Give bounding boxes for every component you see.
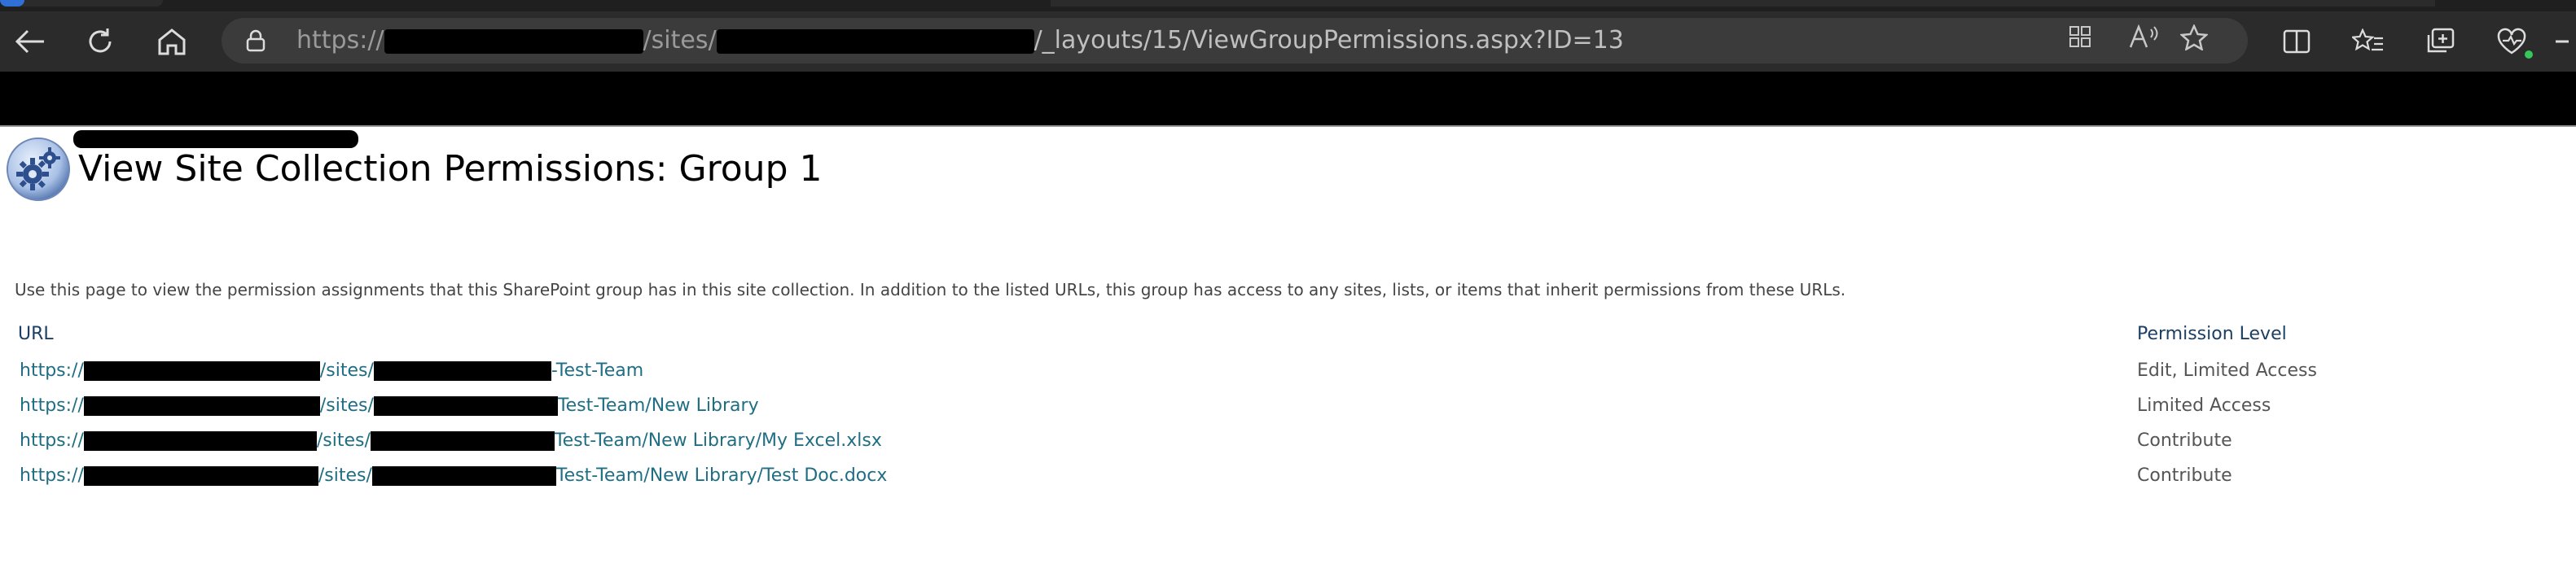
collections-icon[interactable] (2407, 11, 2473, 72)
inactive-tab[interactable] (1051, 0, 2435, 7)
split-screen-icon[interactable] (2264, 11, 2329, 72)
permission-level: Edit, Limited Access (2137, 360, 2317, 381)
column-header-permission: Permission Level (2137, 324, 2287, 344)
column-header-url: URL (18, 324, 54, 344)
url-path: /_layouts/15/ViewGroupPermissions.aspx?I… (1033, 26, 1624, 55)
page-title: View Site Collection Permissions: Group … (78, 148, 823, 190)
favorites-list-icon[interactable] (2336, 11, 2401, 72)
home-icon[interactable] (143, 11, 200, 72)
url-scheme: https:// (296, 26, 384, 55)
address-bar[interactable]: https:// /sites/ /_layouts/15/ViewGroupPer… (222, 18, 2248, 63)
url-link[interactable]: https:// /sites/ -Test-Team (20, 355, 643, 387)
redacted-breadcrumb (73, 130, 358, 148)
address-url[interactable]: https:// /sites/ /_layouts/15/ViewGroupPer… (296, 18, 1624, 63)
url-link[interactable]: https:// /sites/Test-Team/New Library (20, 390, 759, 422)
read-aloud-icon[interactable] (2126, 24, 2161, 57)
table-row: https:// /sites/Test-Team/New Library/Tes… (0, 460, 2576, 492)
url-scheme: https:// (20, 430, 84, 451)
suite-bar-divider (0, 125, 2576, 127)
redacted-site (371, 466, 556, 486)
browser-toolbar: https:// /sites/ /_layouts/15/ViewGroupPer… (0, 11, 2576, 72)
redacted-site (373, 361, 551, 381)
url-scheme: https:// (20, 465, 84, 486)
url-sites: /sites/ (319, 360, 374, 381)
url-link[interactable]: https:// /sites/Test-Team/New Library/Tes… (20, 460, 887, 492)
app-grid-icon[interactable] (2062, 24, 2098, 57)
url-path: Test-Team/New Library/Test Doc.docx (555, 465, 888, 486)
redacted-host (83, 396, 320, 416)
redacted-host (83, 361, 320, 381)
url-path: -Test-Team (551, 360, 644, 381)
redacted-host (83, 466, 318, 486)
star-icon[interactable] (2176, 23, 2212, 57)
url-sites: /sites/ (643, 26, 717, 55)
redacted-host (83, 431, 317, 451)
redacted-host (384, 28, 643, 54)
permission-level: Contribute (2137, 430, 2232, 451)
url-scheme: https:// (20, 360, 84, 381)
redacted-site (373, 396, 558, 416)
back-arrow-icon[interactable] (2, 11, 59, 72)
url-scheme: https:// (20, 395, 84, 416)
redacted-site (716, 28, 1034, 54)
active-tab[interactable] (0, 0, 163, 7)
url-path: Test-Team/New Library/My Excel.xlsx (554, 430, 882, 451)
table-row: https:// /sites/Test-Team/New Library/My … (0, 425, 2576, 457)
permission-level: Limited Access (2137, 395, 2271, 416)
redacted-site (370, 431, 555, 451)
suite-bar (0, 72, 2576, 125)
browser-essentials-icon[interactable] (2479, 11, 2544, 72)
tab-strip (0, 0, 2576, 11)
url-sites: /sites/ (316, 430, 371, 451)
permission-level: Contribute (2137, 465, 2232, 486)
more-icon[interactable] (2547, 11, 2576, 72)
lock-icon[interactable] (246, 29, 267, 52)
refresh-icon[interactable] (72, 11, 129, 72)
tab-favicon (0, 0, 24, 7)
status-dot (2525, 50, 2533, 59)
table-row: https:// /sites/ -Test-Team Edit, Limited … (0, 355, 2576, 387)
site-settings-gear-icon (5, 137, 72, 202)
url-path: Test-Team/New Library (557, 395, 759, 416)
table-row: https:// /sites/Test-Team/New Library Lim… (0, 390, 2576, 422)
url-sites: /sites/ (318, 465, 372, 486)
url-link[interactable]: https:// /sites/Test-Team/New Library/My … (20, 425, 882, 457)
page-description: Use this page to view the permission ass… (15, 280, 1846, 299)
url-sites: /sites/ (319, 395, 374, 416)
